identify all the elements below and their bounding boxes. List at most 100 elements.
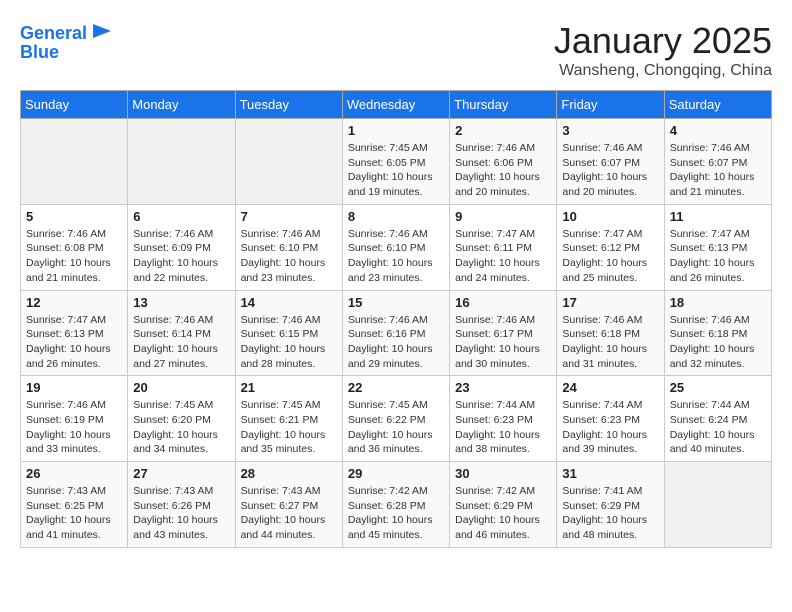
calendar-cell: 19 Sunrise: 7:46 AMSunset: 6:19 PMDayligh…: [21, 376, 128, 462]
day-number: 23: [455, 380, 551, 395]
day-info: Sunrise: 7:47 AMSunset: 6:11 PMDaylight:…: [455, 227, 551, 286]
location-title: Wansheng, Chongqing, China: [554, 62, 772, 80]
day-info: Sunrise: 7:47 AMSunset: 6:13 PMDaylight:…: [26, 313, 122, 372]
day-number: 18: [670, 295, 766, 310]
calendar-cell: 21 Sunrise: 7:45 AMSunset: 6:21 PMDayligh…: [235, 376, 342, 462]
weekday-header-friday: Friday: [557, 91, 664, 119]
day-number: 11: [670, 209, 766, 224]
calendar-cell: 22 Sunrise: 7:45 AMSunset: 6:22 PMDayligh…: [342, 376, 449, 462]
calendar-cell: 20Sunrise: 7:45 AMSunset: 6:20 PMDayligh…: [128, 376, 235, 462]
day-info: Sunrise: 7:46 AMSunset: 6:07 PMDaylight:…: [670, 141, 766, 200]
day-number: 9: [455, 209, 551, 224]
calendar-cell: 8 Sunrise: 7:46 AMSunset: 6:10 PMDaylight…: [342, 204, 449, 290]
day-info: Sunrise: 7:42 AMSunset: 6:29 PMDaylight:…: [455, 484, 551, 543]
calendar-cell: 5 Sunrise: 7:46 AMSunset: 6:08 PMDaylight…: [21, 204, 128, 290]
calendar-cell: 23Sunrise: 7:44 AMSunset: 6:23 PMDayligh…: [450, 376, 557, 462]
day-info: Sunrise: 7:46 AMSunset: 6:10 PMDaylight:…: [241, 227, 337, 286]
calendar-cell: 17Sunrise: 7:46 AMSunset: 6:18 PMDayligh…: [557, 290, 664, 376]
calendar-cell: 4 Sunrise: 7:46 AMSunset: 6:07 PMDaylight…: [664, 119, 771, 205]
day-number: 8: [348, 209, 444, 224]
calendar-cell: 2 Sunrise: 7:46 AMSunset: 6:06 PMDaylight…: [450, 119, 557, 205]
week-row-1: 1 Sunrise: 7:45 AMSunset: 6:05 PMDaylight…: [21, 119, 772, 205]
day-info: Sunrise: 7:47 AMSunset: 6:12 PMDaylight:…: [562, 227, 658, 286]
calendar-cell: 3 Sunrise: 7:46 AMSunset: 6:07 PMDaylight…: [557, 119, 664, 205]
day-info: Sunrise: 7:46 AMSunset: 6:19 PMDaylight:…: [26, 398, 122, 457]
day-info: Sunrise: 7:46 AMSunset: 6:10 PMDaylight:…: [348, 227, 444, 286]
title-section: January 2025 Wansheng, Chongqing, China: [554, 20, 772, 80]
day-info: Sunrise: 7:46 AMSunset: 6:07 PMDaylight:…: [562, 141, 658, 200]
day-info: Sunrise: 7:46 AMSunset: 6:09 PMDaylight:…: [133, 227, 229, 286]
day-info: Sunrise: 7:46 AMSunset: 6:15 PMDaylight:…: [241, 313, 337, 372]
day-number: 5: [26, 209, 122, 224]
day-number: 10: [562, 209, 658, 224]
day-number: 22: [348, 380, 444, 395]
calendar-cell: 30 Sunrise: 7:42 AMSunset: 6:29 PMDayligh…: [450, 462, 557, 548]
day-number: 19: [26, 380, 122, 395]
day-number: 3: [562, 123, 658, 138]
weekday-header-thursday: Thursday: [450, 91, 557, 119]
logo-icon: [91, 20, 113, 42]
day-number: 29: [348, 466, 444, 481]
calendar-cell: 12 Sunrise: 7:47 AMSunset: 6:13 PMDayligh…: [21, 290, 128, 376]
day-number: 31: [562, 466, 658, 481]
calendar-cell: 24Sunrise: 7:44 AMSunset: 6:23 PMDayligh…: [557, 376, 664, 462]
day-info: Sunrise: 7:44 AMSunset: 6:24 PMDaylight:…: [670, 398, 766, 457]
day-number: 14: [241, 295, 337, 310]
day-info: Sunrise: 7:46 AMSunset: 6:17 PMDaylight:…: [455, 313, 551, 372]
calendar-cell: 15Sunrise: 7:46 AMSunset: 6:16 PMDayligh…: [342, 290, 449, 376]
day-number: 28: [241, 466, 337, 481]
week-row-2: 5 Sunrise: 7:46 AMSunset: 6:08 PMDaylight…: [21, 204, 772, 290]
day-info: Sunrise: 7:46 AMSunset: 6:16 PMDaylight:…: [348, 313, 444, 372]
calendar-cell: 18 Sunrise: 7:46 AMSunset: 6:18 PMDayligh…: [664, 290, 771, 376]
calendar-cell: 26 Sunrise: 7:43 AMSunset: 6:25 PMDayligh…: [21, 462, 128, 548]
day-number: 12: [26, 295, 122, 310]
day-info: Sunrise: 7:46 AMSunset: 6:14 PMDaylight:…: [133, 313, 229, 372]
day-info: Sunrise: 7:45 AMSunset: 6:22 PMDaylight:…: [348, 398, 444, 457]
day-info: Sunrise: 7:46 AMSunset: 6:06 PMDaylight:…: [455, 141, 551, 200]
day-info: Sunrise: 7:43 AMSunset: 6:27 PMDaylight:…: [241, 484, 337, 543]
logo: General Blue: [20, 20, 113, 63]
day-number: 25: [670, 380, 766, 395]
week-row-4: 19 Sunrise: 7:46 AMSunset: 6:19 PMDayligh…: [21, 376, 772, 462]
day-number: 17: [562, 295, 658, 310]
day-number: 26: [26, 466, 122, 481]
day-info: Sunrise: 7:46 AMSunset: 6:18 PMDaylight:…: [670, 313, 766, 372]
calendar-cell: [128, 119, 235, 205]
day-number: 4: [670, 123, 766, 138]
day-info: Sunrise: 7:44 AMSunset: 6:23 PMDaylight:…: [562, 398, 658, 457]
calendar-cell: 13 Sunrise: 7:46 AMSunset: 6:14 PMDayligh…: [128, 290, 235, 376]
day-info: Sunrise: 7:41 AMSunset: 6:29 PMDaylight:…: [562, 484, 658, 543]
day-number: 27: [133, 466, 229, 481]
logo-blue-text: Blue: [20, 43, 59, 63]
day-number: 13: [133, 295, 229, 310]
calendar-cell: 27 Sunrise: 7:43 AMSunset: 6:26 PMDayligh…: [128, 462, 235, 548]
page-header: General Blue January 2025 Wansheng, Chon…: [20, 20, 772, 80]
day-info: Sunrise: 7:45 AMSunset: 6:21 PMDaylight:…: [241, 398, 337, 457]
week-row-5: 26 Sunrise: 7:43 AMSunset: 6:25 PMDayligh…: [21, 462, 772, 548]
weekday-header-wednesday: Wednesday: [342, 91, 449, 119]
weekday-header-saturday: Saturday: [664, 91, 771, 119]
week-row-3: 12 Sunrise: 7:47 AMSunset: 6:13 PMDayligh…: [21, 290, 772, 376]
calendar-cell: 25 Sunrise: 7:44 AMSunset: 6:24 PMDayligh…: [664, 376, 771, 462]
weekday-header-tuesday: Tuesday: [235, 91, 342, 119]
calendar-cell: 16Sunrise: 7:46 AMSunset: 6:17 PMDayligh…: [450, 290, 557, 376]
day-number: 30: [455, 466, 551, 481]
calendar-cell: [235, 119, 342, 205]
calendar-cell: 6Sunrise: 7:46 AMSunset: 6:09 PMDaylight…: [128, 204, 235, 290]
logo-text: General: [20, 24, 87, 44]
day-number: 1: [348, 123, 444, 138]
day-number: 21: [241, 380, 337, 395]
day-number: 2: [455, 123, 551, 138]
calendar-cell: 28 Sunrise: 7:43 AMSunset: 6:27 PMDayligh…: [235, 462, 342, 548]
calendar-cell: 31 Sunrise: 7:41 AMSunset: 6:29 PMDayligh…: [557, 462, 664, 548]
calendar-cell: 7Sunrise: 7:46 AMSunset: 6:10 PMDaylight…: [235, 204, 342, 290]
month-title: January 2025: [554, 20, 772, 62]
calendar-cell: [664, 462, 771, 548]
day-info: Sunrise: 7:43 AMSunset: 6:25 PMDaylight:…: [26, 484, 122, 543]
weekday-header-monday: Monday: [128, 91, 235, 119]
day-info: Sunrise: 7:45 AMSunset: 6:05 PMDaylight:…: [348, 141, 444, 200]
day-info: Sunrise: 7:43 AMSunset: 6:26 PMDaylight:…: [133, 484, 229, 543]
day-info: Sunrise: 7:46 AMSunset: 6:08 PMDaylight:…: [26, 227, 122, 286]
calendar-cell: 1 Sunrise: 7:45 AMSunset: 6:05 PMDaylight…: [342, 119, 449, 205]
day-info: Sunrise: 7:47 AMSunset: 6:13 PMDaylight:…: [670, 227, 766, 286]
